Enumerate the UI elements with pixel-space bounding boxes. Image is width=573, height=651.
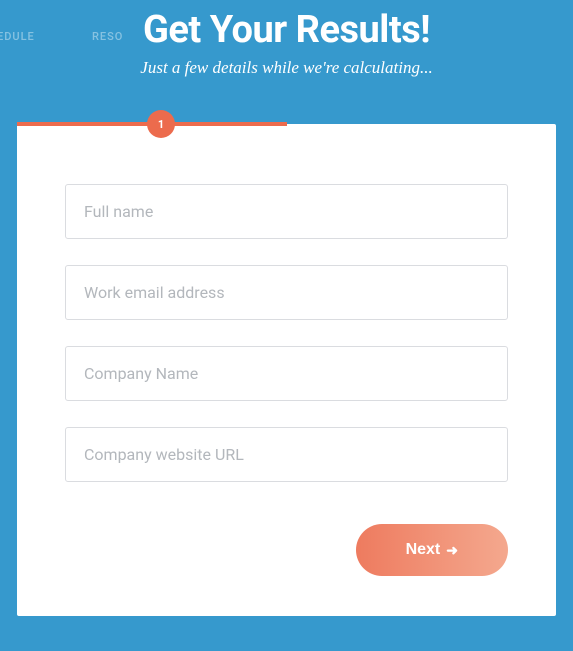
company-field[interactable] [65, 346, 508, 401]
next-button[interactable]: Next ➜ [356, 524, 508, 576]
arrow-right-icon: ➜ [446, 542, 458, 559]
email-field[interactable] [65, 265, 508, 320]
progress-track [17, 122, 556, 126]
progress-step-badge: 1 [147, 110, 175, 138]
form-card: 1 Next ➜ [17, 124, 556, 616]
bg-nav-text-2: RESO [92, 30, 123, 43]
page-subtitle: Just a few details while we're calculati… [0, 58, 573, 78]
bg-nav-text-1: CHEDULE [0, 30, 35, 43]
page-title: Get Your Results! [0, 8, 573, 52]
website-field[interactable] [65, 427, 508, 482]
header: Get Your Results! Just a few details whi… [0, 0, 573, 78]
next-button-label: Next [406, 541, 441, 559]
fullname-field[interactable] [65, 184, 508, 239]
